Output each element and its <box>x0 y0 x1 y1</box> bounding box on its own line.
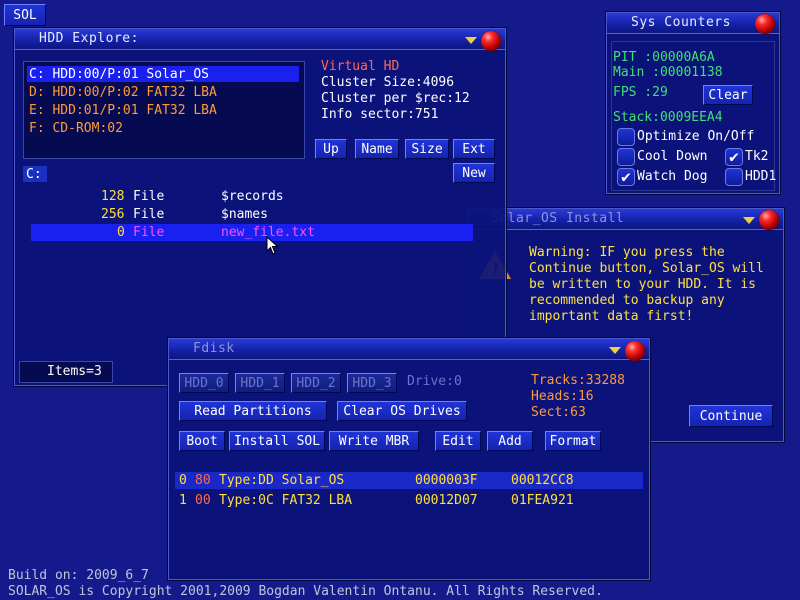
partition-0-type: Type:DD Solar_OS <box>219 473 345 488</box>
warning-line-1: Warning: IF you press the <box>529 245 725 260</box>
drive-item-e[interactable]: E: HDD:01/P:01 FAT32 LBA <box>29 103 217 118</box>
sort-ext-button[interactable]: Ext <box>453 139 495 159</box>
sys-counters-title: Sys Counters <box>631 15 731 30</box>
hdd-2-tab[interactable]: HDD_2 <box>291 373 341 393</box>
cluster-size: Cluster Size:4096 <box>321 75 455 90</box>
fps-counter: FPS :29 <box>613 85 668 100</box>
drive-item-c[interactable]: C: HDD:00/P:01 Solar_OS <box>29 67 209 82</box>
close-ball-icon[interactable] <box>755 14 775 34</box>
tk2-label: Tk2 <box>745 149 769 164</box>
main-counter: Main :00001138 <box>613 65 723 80</box>
sort-size-button[interactable]: Size <box>405 139 449 159</box>
minimize-arrow-icon[interactable] <box>743 217 755 224</box>
hdd-explorer-window: HDD Explore: C: HDD:00/P:01 Solar_OS D: … <box>14 28 506 386</box>
copyright-notice: SOLAR_OS is Copyright 2001,2009 Bogdan V… <box>8 584 603 599</box>
checkmark-icon: ✔ <box>621 167 631 186</box>
file-type-2: File <box>133 207 165 222</box>
close-ball-icon[interactable] <box>481 31 501 51</box>
file-size-2: 256 <box>101 207 125 222</box>
tk2-checkbox[interactable]: ✔ <box>725 148 743 166</box>
drive-item-f[interactable]: F: CD-ROM:02 <box>29 121 123 136</box>
checkmark-icon: ✔ <box>729 147 739 166</box>
hdd-1-tab[interactable]: HDD_1 <box>235 373 285 393</box>
clear-counters-button[interactable]: Clear <box>703 85 753 105</box>
hdd1-label: HDD1 <box>745 169 777 184</box>
clear-os-drives-button[interactable]: Clear OS Drives <box>337 401 467 421</box>
cluster-per-rec: Cluster per $rec:12 <box>321 91 470 106</box>
watch-dog-checkbox[interactable]: ✔ <box>617 168 635 186</box>
write-mbr-button[interactable]: Write MBR <box>329 431 419 451</box>
stack-counter: Stack:0009EEA4 <box>613 110 723 125</box>
close-ball-icon[interactable] <box>759 210 779 230</box>
file-name-2[interactable]: $names <box>221 207 268 222</box>
edit-button[interactable]: Edit <box>435 431 481 451</box>
warning-line-3: be written to your HDD. It is <box>529 277 756 292</box>
hdd-0-tab[interactable]: HDD_0 <box>179 373 229 393</box>
format-button[interactable]: Format <box>545 431 601 451</box>
sect-info: Sect:63 <box>531 405 586 420</box>
file-size-3: 0 <box>117 225 125 240</box>
partition-1-start: 00012D07 <box>415 493 478 508</box>
virtual-hd-label: Virtual HD <box>321 59 400 74</box>
file-size-1: 128 <box>101 189 125 204</box>
drive-item-d[interactable]: D: HDD:00/P:02 FAT32 LBA <box>29 85 217 100</box>
sort-name-button[interactable]: Name <box>355 139 399 159</box>
sys-counters-titlebar[interactable]: Sys Counters <box>607 13 779 34</box>
tracks-info: Tracks:33288 <box>531 373 625 388</box>
cool-down-label: Cool Down <box>637 149 708 164</box>
hdd-3-tab[interactable]: HDD_3 <box>347 373 397 393</box>
hdd-explorer-title: HDD Explore: <box>39 31 139 46</box>
partition-1-size: 01FEA921 <box>511 493 574 508</box>
pit-counter: PIT :00000A6A <box>613 50 715 65</box>
new-file-button[interactable]: New <box>453 163 495 183</box>
continue-button[interactable]: Continue <box>689 405 773 427</box>
partition-1-flag: 00 <box>195 493 211 508</box>
read-partitions-button[interactable]: Read Partitions <box>179 401 327 421</box>
minimize-arrow-icon[interactable] <box>609 347 621 354</box>
install-sol-button[interactable]: Install SOL <box>229 431 325 451</box>
partition-0-index: 0 <box>179 473 187 488</box>
cool-down-checkbox[interactable] <box>617 148 635 166</box>
partition-1-type: Type:0C FAT32 LBA <box>219 493 353 508</box>
hdd-explorer-titlebar[interactable]: HDD Explore: <box>15 29 505 51</box>
partition-1-index[interactable]: 1 <box>179 493 187 508</box>
boot-button[interactable]: Boot <box>179 431 225 451</box>
mouse-cursor-icon <box>266 236 279 255</box>
fdisk-title: Fdisk <box>193 341 235 356</box>
file-type-3: File <box>133 225 165 240</box>
current-path: C: <box>26 167 42 182</box>
warning-line-2: Continue button, Solar_OS will <box>529 261 764 276</box>
file-type-1: File <box>133 189 165 204</box>
warning-line-4: recommended to backup any <box>529 293 725 308</box>
sys-counters-window: Sys Counters PIT :00000A6A Main :0000113… <box>606 12 780 194</box>
build-info: Build on: 2009_6_7 <box>8 568 149 583</box>
minimize-arrow-icon[interactable] <box>465 37 477 44</box>
heads-info: Heads:16 <box>531 389 594 404</box>
partition-0-flag: 80 <box>195 473 211 488</box>
hdd1-checkbox[interactable] <box>725 168 743 186</box>
sol-start-button[interactable]: SOL <box>4 4 46 26</box>
add-partition-button[interactable]: Add <box>487 431 533 451</box>
optimize-label: Optimize On/Off <box>637 129 755 144</box>
optimize-checkbox[interactable] <box>617 128 635 146</box>
watch-dog-label: Watch Dog <box>637 169 708 184</box>
fdisk-window: Fdisk HDD_0 HDD_1 HDD_2 HDD_3 Drive:0 Tr… <box>168 338 650 580</box>
items-count: Items=3 <box>47 364 102 379</box>
up-button[interactable]: Up <box>315 139 347 159</box>
drive-number: Drive:0 <box>407 374 462 389</box>
warning-line-5: important data first! <box>529 309 694 324</box>
fdisk-titlebar[interactable]: Fdisk <box>169 339 649 361</box>
file-name-1[interactable]: $records <box>221 189 284 204</box>
install-titlebar[interactable]: Solar_OS Install <box>467 209 783 230</box>
partition-0-start: 0000003F <box>415 473 478 488</box>
install-title: Solar_OS Install <box>491 211 625 226</box>
info-sector: Info sector:751 <box>321 107 439 122</box>
partition-0-size: 00012CC8 <box>511 473 574 488</box>
close-ball-icon[interactable] <box>625 341 645 361</box>
